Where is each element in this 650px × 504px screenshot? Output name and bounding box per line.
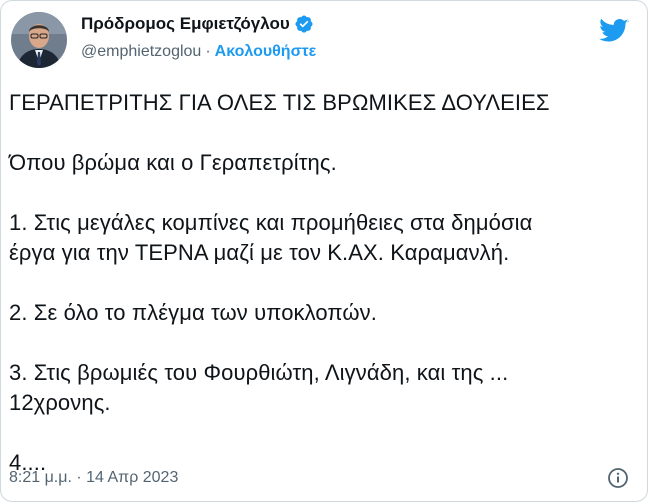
tweet-header: Πρόδρομος Εμφιετζόγλου @emphietzoglou · Ακ… [9, 11, 637, 71]
handle-row: @emphietzoglou · Ακολουθήστε [81, 41, 316, 63]
follow-button[interactable]: Ακολουθήστε [215, 43, 317, 60]
tweet-text: ΓΕΡΑΠΕΤΡΙΤΗΣ ΓΙΑ ΟΛΕΣ ΤΙΣ ΒΡΩΜΙΚΕΣ ΔΟΥΛΕ… [9, 90, 550, 475]
timestamp[interactable]: 8:21 μ.μ. · 14 Απρ 2023 [9, 469, 178, 487]
avatar[interactable] [11, 12, 67, 68]
display-name[interactable]: Πρόδρομος Εμφιετζόγλου [81, 13, 290, 35]
tweet-card: Πρόδρομος Εμφιετζόγλου @emphietzoglou · Ακ… [0, 0, 648, 502]
display-name-row: Πρόδρομος Εμφιετζόγλου [81, 13, 316, 35]
tweet-footer: 8:21 μ.μ. · 14 Απρ 2023 [9, 463, 637, 493]
info-icon[interactable] [607, 467, 629, 489]
separator: · [205, 43, 211, 60]
verified-badge-icon [294, 14, 314, 34]
twitter-bird-icon[interactable] [599, 17, 629, 43]
handle[interactable]: @emphietzoglou [81, 43, 201, 60]
author-info: Πρόδρομος Εμφιετζόγλου @emphietzoglou · Ακ… [81, 13, 316, 63]
